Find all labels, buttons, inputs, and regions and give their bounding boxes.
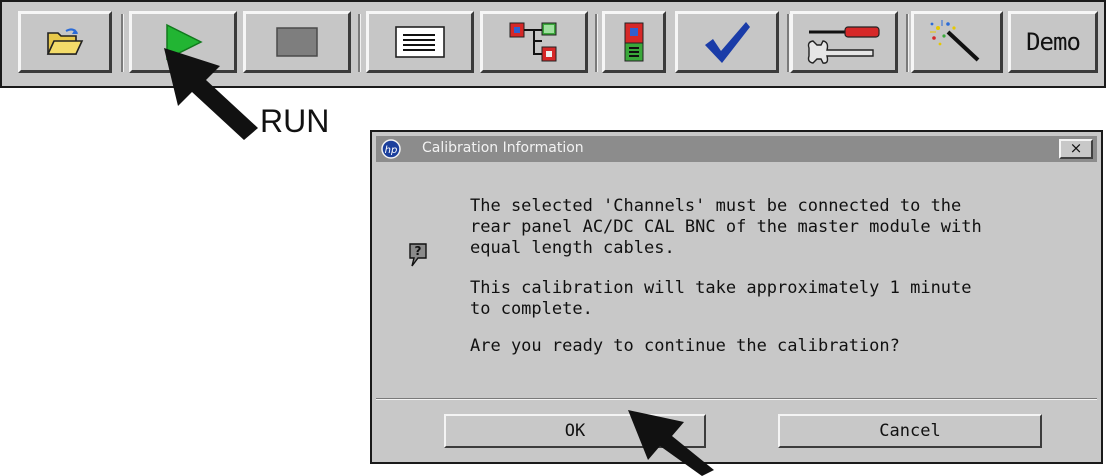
toolbar-separator xyxy=(358,14,361,72)
dialog-message-question: Are you ready to continue the calibratio… xyxy=(470,336,900,356)
dialog-title: Calibration Information xyxy=(422,140,584,156)
tools-icon xyxy=(805,20,883,64)
question-icon: ? xyxy=(406,242,430,268)
tools-button[interactable] xyxy=(790,11,898,73)
listing-button[interactable] xyxy=(366,11,474,73)
checkmark-icon xyxy=(702,19,752,65)
magic-wand-icon xyxy=(928,20,986,64)
listing-icon xyxy=(395,26,445,58)
close-button[interactable]: × xyxy=(1059,139,1093,159)
demo-label: Demo xyxy=(1026,28,1081,56)
calibration-information-dialog: hp Calibration Information × ? The selec… xyxy=(370,130,1103,464)
toolbar-separator xyxy=(595,14,598,72)
cancel-button[interactable]: Cancel xyxy=(778,414,1042,448)
module-icon xyxy=(624,22,644,62)
wizard-button[interactable] xyxy=(911,11,1003,73)
open-button[interactable] xyxy=(18,11,112,73)
demo-button[interactable]: Demo xyxy=(1008,11,1098,73)
svg-text:?: ? xyxy=(415,244,422,258)
stop-icon xyxy=(275,26,319,58)
ok-callout-arrow xyxy=(628,410,714,476)
hp-logo-icon: hp xyxy=(381,139,401,159)
dialog-message-duration: This calibration will take approximately… xyxy=(470,278,972,319)
calibration-button[interactable] xyxy=(675,11,779,73)
run-callout-arrow xyxy=(164,48,258,140)
toolbar-separator xyxy=(121,14,124,72)
setup-button[interactable] xyxy=(480,11,588,73)
module-button[interactable] xyxy=(602,11,666,73)
svg-text:hp: hp xyxy=(385,145,398,156)
dialog-message-connection: The selected 'Channels' must be connecte… xyxy=(470,196,982,258)
run-callout-label: RUN xyxy=(260,103,330,139)
dialog-titlebar[interactable]: hp Calibration Information × xyxy=(376,136,1097,162)
toolbar-separator xyxy=(906,14,909,72)
folder-open-icon xyxy=(46,27,84,57)
module-tree-icon xyxy=(508,21,560,63)
dialog-divider xyxy=(376,398,1097,400)
